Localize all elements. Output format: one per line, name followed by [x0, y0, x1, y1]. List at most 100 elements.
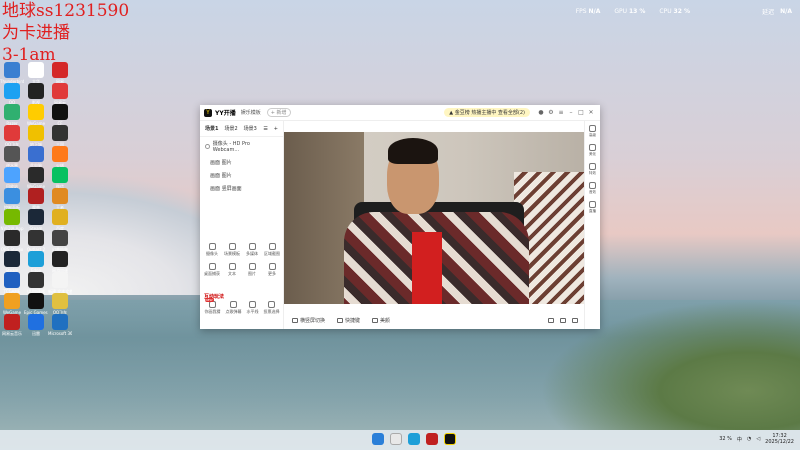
- add-mode-button[interactable]: + 新增: [266, 108, 291, 117]
- yy-taskbar-icon[interactable]: [444, 433, 456, 445]
- tab-scene-2[interactable]: 场景2: [224, 125, 237, 132]
- desktop-icon-item[interactable]: WeGame: [24, 167, 48, 189]
- desktop-icon-item[interactable]: Razer: [0, 104, 24, 126]
- desktop-icon-item[interactable]: TCGAME: [0, 272, 24, 294]
- screenshot-icon[interactable]: [560, 317, 566, 323]
- desktop-icon-item[interactable]: 影视: [24, 83, 48, 105]
- desktop-icon-item[interactable]: 地下城: [24, 125, 48, 147]
- desktop-icon-item[interactable]: Microsoft 365: [48, 314, 72, 336]
- tool-more[interactable]: 更多: [262, 263, 282, 277]
- search-icon[interactable]: [390, 433, 402, 445]
- beauty-button[interactable]: 美颜: [372, 317, 390, 324]
- source-item[interactable]: 画面 竖屏画面: [200, 182, 283, 195]
- add-scene-icon[interactable]: +: [274, 126, 278, 132]
- desktop-icon-item[interactable]: WeGame: [0, 293, 24, 315]
- tool-region[interactable]: 区域截图: [262, 243, 282, 257]
- desktop-icon-item[interactable]: Steam: [24, 209, 48, 231]
- app-icon: [4, 272, 20, 288]
- right-item-beautify[interactable]: 美化: [589, 144, 596, 157]
- desktop-icon-item[interactable]: 网易: [48, 62, 72, 84]
- desktop-icon-item[interactable]: 王者: [48, 188, 72, 210]
- text-icon: [228, 263, 236, 270]
- minimize-icon[interactable]: –: [566, 108, 576, 118]
- wifi-icon[interactable]: ◔: [747, 436, 751, 442]
- desktop-icon-item[interactable]: 网易云音乐: [0, 314, 24, 336]
- desktop-icon-item[interactable]: 百度: [48, 209, 72, 231]
- desktop-icon-item[interactable]: 网游加速: [48, 251, 72, 273]
- source-item[interactable]: 画面 图片: [200, 156, 283, 169]
- maximize-icon[interactable]: □: [576, 108, 586, 118]
- desktop-icon-item[interactable]: 魔兽: [24, 188, 48, 210]
- settings-icon[interactable]: ⚙: [546, 108, 556, 118]
- visibility-icon[interactable]: [205, 144, 210, 149]
- desktop-icon-item[interactable]: 逆水寒: [0, 146, 24, 168]
- tool-image[interactable]: 图片: [242, 263, 262, 277]
- camera-icon: [208, 243, 216, 250]
- desktop-icon-item[interactable]: 火绒: [48, 146, 72, 168]
- tool-media[interactable]: 多媒体: [242, 243, 262, 257]
- avatar-icon[interactable]: ●: [536, 108, 546, 118]
- list-icon[interactable]: ☰: [263, 126, 267, 132]
- interact-vote[interactable]: 投票选择: [264, 301, 280, 315]
- close-icon[interactable]: ✕: [586, 108, 596, 118]
- desktop-icon-item[interactable]: Epic Games Launcher: [24, 293, 48, 315]
- desktop-icon-item[interactable]: UU加速器: [24, 272, 48, 294]
- desktop-icon-item[interactable]: 新建 文本文档: [48, 272, 72, 294]
- layout-icon[interactable]: [548, 317, 554, 323]
- desktop-icon-item[interactable]: Thunderbird: [0, 62, 24, 84]
- app-icon: [52, 293, 68, 309]
- tab-scene-3[interactable]: 场景3: [244, 125, 257, 132]
- desktop-icon-item[interactable]: 幻兽帕鲁: [48, 230, 72, 252]
- desktop-icon-item[interactable]: 微信: [48, 167, 72, 189]
- hotkey-button[interactable]: 快捷键: [337, 317, 360, 324]
- desktop-icon-item[interactable]: 大华: [24, 62, 48, 84]
- tool-desktop[interactable]: 桌面捕获: [202, 263, 222, 277]
- volume-icon[interactable]: ◁: [756, 436, 760, 442]
- interact-song[interactable]: 点歌弹幕: [226, 301, 242, 315]
- record-icon[interactable]: [572, 317, 578, 323]
- add-source-tools: 摄像头 场景模板 多媒体 区域截图 桌面捕获 文本 图片 更多: [202, 243, 282, 277]
- lang-indicator[interactable]: 中: [737, 436, 742, 443]
- desktop-icon-item[interactable]: CF: [48, 104, 72, 126]
- mode-label[interactable]: 娱乐模板: [241, 109, 261, 116]
- desktop-icon-item[interactable]: WeGame: [24, 104, 48, 126]
- desktop-icon-item[interactable]: QQ飞车: [0, 125, 24, 147]
- desktop-icon-item[interactable]: QQ: [0, 83, 24, 105]
- desktop-icon-item[interactable]: 迅雷: [24, 314, 48, 336]
- desktop-icon-item[interactable]: 网易云: [48, 83, 72, 105]
- desktop-icon-item[interactable]: 此电脑: [24, 146, 48, 168]
- desktop-icon-item[interactable]: 控制面板: [0, 188, 24, 210]
- edge-icon[interactable]: [408, 433, 420, 445]
- orientation-button[interactable]: 横竖屏切换: [292, 317, 325, 324]
- desktop-icon-item[interactable]: Edge: [24, 251, 48, 273]
- right-item-sound[interactable]: 音效: [589, 182, 596, 195]
- hotkey-icon: [337, 317, 344, 323]
- desktop-icon-item[interactable]: Outlast 2: [24, 230, 48, 252]
- music-app-icon[interactable]: [426, 433, 438, 445]
- desktop-icon-item[interactable]: 回收站: [0, 167, 24, 189]
- desktop-icon-item[interactable]: OBS Studio: [0, 230, 24, 252]
- app-icon: [52, 125, 68, 141]
- camera-preview[interactable]: [284, 132, 584, 304]
- clock[interactable]: 17:32 2025/12/22: [765, 433, 794, 445]
- tool-camera[interactable]: 摄像头: [202, 243, 222, 257]
- promo-banner[interactable]: ▲ 金豆榜 热播主播中 查看全部(2): [444, 108, 530, 117]
- desktop-icon-item[interactable]: Steam: [0, 251, 24, 273]
- start-icon[interactable]: [372, 433, 384, 445]
- tab-scene-1[interactable]: 场景1: [205, 125, 218, 132]
- app-icon: [52, 209, 68, 225]
- source-camera[interactable]: 摄像头 - HD Pro Webcam...: [200, 137, 283, 156]
- right-item-advanced[interactable]: 高级: [589, 125, 596, 138]
- interact-draw[interactable]: NEW 你画我猜: [204, 298, 221, 315]
- tool-text[interactable]: 文本: [222, 263, 242, 277]
- desktop-icon-item[interactable]: QQ飞车: [48, 293, 72, 315]
- tool-template[interactable]: 场景模板: [222, 243, 242, 257]
- interact-level[interactable]: 水平线: [247, 301, 259, 315]
- right-item-live[interactable]: 直播: [589, 201, 596, 214]
- desktop-icon-item[interactable]: NVIDIA App: [0, 209, 24, 231]
- right-item-effects[interactable]: 特效: [589, 163, 596, 176]
- tray-percent[interactable]: 32 %: [719, 436, 732, 442]
- menu-icon[interactable]: ≡: [556, 108, 566, 118]
- desktop-icon-item[interactable]: 三国: [48, 125, 72, 147]
- source-item[interactable]: 画面 图片: [200, 169, 283, 182]
